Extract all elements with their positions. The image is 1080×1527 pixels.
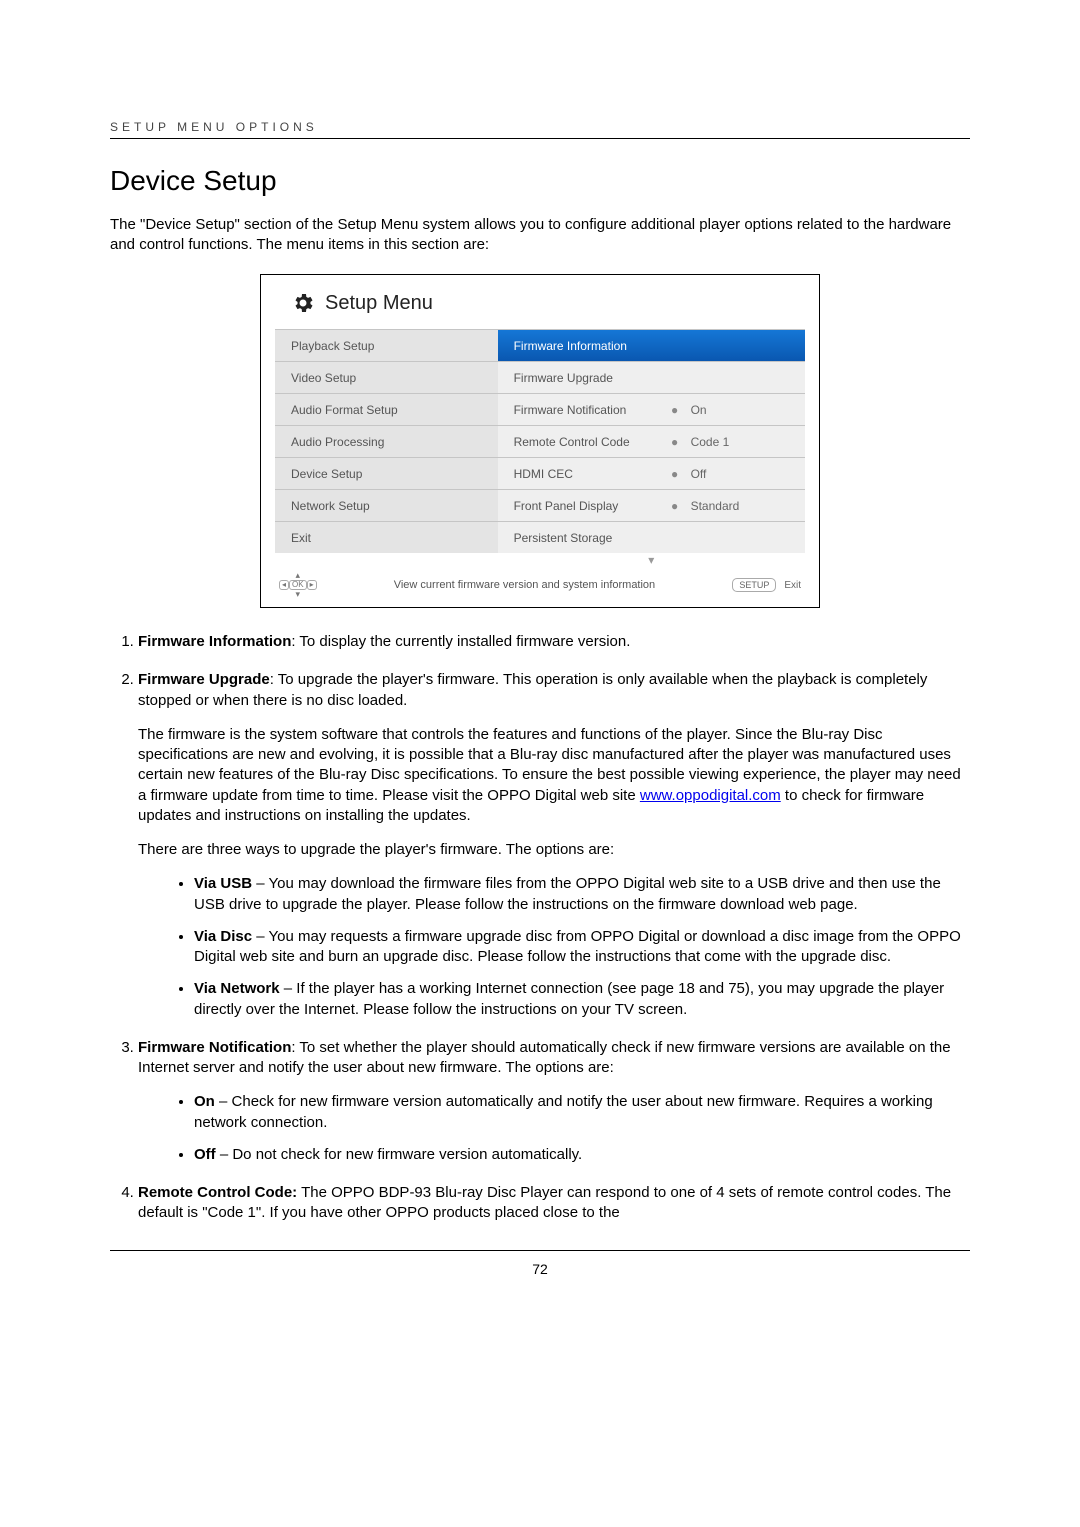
list-item: Firmware Notification: To set whether th… [138, 1038, 970, 1165]
setup-right-column: Firmware Information Firmware Upgrade Fi… [498, 329, 805, 567]
list-item: Via USB – You may download the firmware … [194, 874, 970, 915]
bullet-title: Off [194, 1146, 216, 1163]
option-firmware-notification[interactable]: Firmware Notification ● On [498, 393, 805, 425]
bullet-body: – You may requests a firmware upgrade di… [194, 928, 961, 965]
sidebar-item-exit[interactable]: Exit [275, 521, 498, 553]
sidebar-item-playback[interactable]: Playback Setup [275, 329, 498, 361]
option-label: Firmware Information [514, 339, 659, 353]
option-label: Front Panel Display [514, 499, 659, 513]
option-firmware-information[interactable]: Firmware Information [498, 329, 805, 361]
sidebar-item-device[interactable]: Device Setup [275, 457, 498, 489]
list-item: Firmware Information: To display the cur… [138, 632, 970, 652]
bullet-title: Via USB [194, 875, 252, 892]
option-label: Persistent Storage [514, 531, 659, 545]
item-title: Firmware Information [138, 633, 291, 650]
setup-menu-header: Setup Menu [275, 285, 805, 329]
item-body: : To display the currently installed fir… [291, 633, 630, 650]
footer-rule [110, 1250, 970, 1251]
bullet-icon: ● [669, 467, 681, 481]
bullet-body: – Check for new firmware version automat… [194, 1093, 933, 1130]
list-item: Firmware Upgrade: To upgrade the player'… [138, 670, 970, 1020]
bullet-list: On – Check for new firmware version auto… [138, 1092, 970, 1165]
option-value: Code 1 [691, 435, 730, 449]
setup-left-column: Playback Setup Video Setup Audio Format … [275, 329, 498, 567]
oppo-link[interactable]: www.oppodigital.com [640, 787, 781, 804]
setup-footer: ▴ ◂OK▸ ▾ View current firmware version a… [275, 567, 805, 601]
nav-pad-icon: ▴ ◂OK▸ ▾ [279, 571, 317, 599]
scroll-down-icon: ▾ [498, 553, 805, 567]
option-value: Off [691, 467, 707, 481]
bullet-title: Via Network [194, 980, 280, 997]
sidebar-item-video[interactable]: Video Setup [275, 361, 498, 393]
sidebar-item-audio-processing[interactable]: Audio Processing [275, 425, 498, 457]
item-title: Firmware Upgrade [138, 671, 270, 688]
header-label: SETUP MENU OPTIONS [110, 120, 970, 134]
setup-button[interactable]: SETUP [732, 578, 776, 592]
sidebar-item-network[interactable]: Network Setup [275, 489, 498, 521]
bullet-body: – If the player has a working Internet c… [194, 980, 944, 1017]
option-hdmi-cec[interactable]: HDMI CEC ● Off [498, 457, 805, 489]
option-firmware-upgrade[interactable]: Firmware Upgrade [498, 361, 805, 393]
option-label: Remote Control Code [514, 435, 659, 449]
gear-icon [291, 291, 315, 315]
bullet-body: – Do not check for new firmware version … [216, 1146, 583, 1163]
item-title: Firmware Notification [138, 1039, 291, 1056]
bullet-icon: ● [669, 435, 681, 449]
option-label: HDMI CEC [514, 467, 659, 481]
list-item: Via Network – If the player has a workin… [194, 979, 970, 1020]
bullet-title: On [194, 1093, 215, 1110]
intro-paragraph: The "Device Setup" section of the Setup … [110, 215, 970, 254]
list-item: Via Disc – You may requests a firmware u… [194, 927, 970, 968]
main-list: Firmware Information: To display the cur… [110, 632, 970, 1224]
option-front-panel-display[interactable]: Front Panel Display ● Standard [498, 489, 805, 521]
bullet-icon: ● [669, 499, 681, 513]
option-label: Firmware Notification [514, 403, 659, 417]
sidebar-item-audio-format[interactable]: Audio Format Setup [275, 393, 498, 425]
list-item: On – Check for new firmware version auto… [194, 1092, 970, 1133]
header-rule [110, 138, 970, 139]
setup-menu-screenshot: Setup Menu Playback Setup Video Setup Au… [260, 274, 820, 608]
bullet-icon: ● [669, 403, 681, 417]
option-label: Firmware Upgrade [514, 371, 659, 385]
option-persistent-storage[interactable]: Persistent Storage [498, 521, 805, 553]
bullet-body: – You may download the firmware files fr… [194, 875, 941, 912]
item-title: Remote Control Code: [138, 1184, 297, 1201]
bullet-title: Via Disc [194, 928, 252, 945]
exit-label: Exit [784, 580, 801, 591]
paragraph-text: There are three ways to upgrade the play… [138, 840, 970, 860]
hint-text: View current firmware version and system… [325, 579, 725, 591]
option-value: On [691, 403, 707, 417]
bullet-list: Via USB – You may download the firmware … [138, 874, 970, 1020]
page-number: 72 [110, 1261, 970, 1277]
list-item: Off – Do not check for new firmware vers… [194, 1145, 970, 1165]
section-title: Device Setup [110, 165, 970, 197]
list-item: Remote Control Code: The OPPO BDP-93 Blu… [138, 1183, 970, 1224]
option-remote-control-code[interactable]: Remote Control Code ● Code 1 [498, 425, 805, 457]
setup-menu-title: Setup Menu [325, 292, 433, 315]
option-value: Standard [691, 499, 740, 513]
